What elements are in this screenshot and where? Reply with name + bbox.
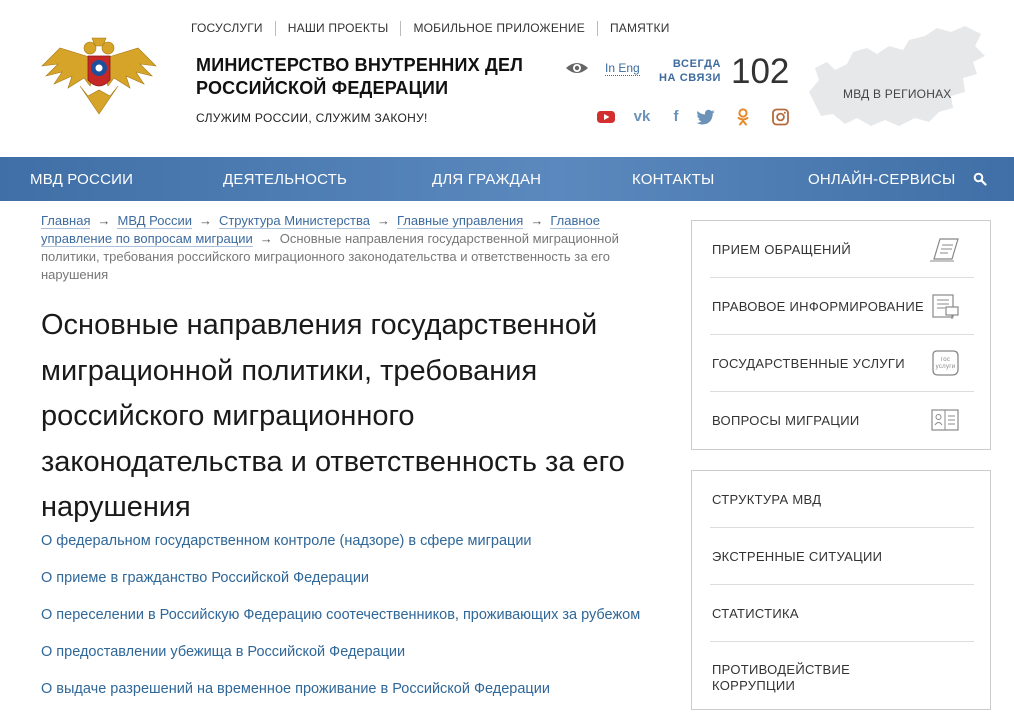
org-title-line1: МИНИСТЕРСТВО ВНУТРЕННИХ ДЕЛ (196, 55, 524, 75)
breadcrumb-main-departments[interactable]: Главные управления (397, 213, 524, 229)
service-appeals[interactable]: ПРИЕМ ОБРАЩЕНИЙ (710, 221, 974, 278)
sections-panel: СТРУКТУРА МВД ЭКСТРЕННЫЕ СИТУАЦИИ СТАТИС… (691, 470, 991, 710)
nav-contacts[interactable]: КОНТАКТЫ (632, 171, 715, 188)
always-line1: ВСЕГДА (672, 58, 722, 70)
main-nav: МВД РОССИИ ДЕЯТЕЛЬНОСТЬ ДЛЯ ГРАЖДАН КОНТ… (0, 157, 1014, 201)
service-label: ПРАВОВОЕ ИНФОРМИРОВАНИЕ (712, 299, 924, 314)
nav-online-services[interactable]: ОНЛАЙН-СЕРВИСЫ (808, 171, 956, 188)
breadcrumb-arrow: → (97, 213, 111, 228)
service-migration[interactable]: ВОПРОСЫ МИГРАЦИИ (710, 392, 974, 449)
topnav-mobile-app[interactable]: МОБИЛЬНОЕ ПРИЛОЖЕНИЕ (400, 21, 597, 36)
section-label: СТРУКТУРА МВД (712, 492, 822, 507)
legal-info-icon (932, 294, 959, 319)
passport-icon (931, 409, 959, 431)
link-citizenship[interactable]: О приеме в гражданство Российской Федера… (41, 569, 681, 606)
content-links: О федеральном государственном контроле (… (41, 532, 681, 717)
services-panel: ПРИЕМ ОБРАЩЕНИЙ ПРАВОВОЕ ИНФОРМИРОВАНИЕ … (691, 220, 991, 450)
breadcrumb-arrow: → (377, 213, 390, 228)
gosuslugi-icon: гос услуги (932, 350, 959, 376)
facebook-icon[interactable]: f (666, 108, 686, 126)
pen-document-icon (930, 238, 959, 262)
breadcrumb-structure[interactable]: Структура Министерства (218, 213, 370, 229)
section-emergency[interactable]: ЭКСТРЕННЫЕ СИТУАЦИИ (710, 528, 974, 585)
always-connected-label: ВСЕГДА НА СВЯЗИ (659, 57, 721, 85)
slogan: СЛУЖИМ РОССИИ, СЛУЖИМ ЗАКОНУ! (196, 111, 428, 125)
emergency-phone[interactable]: 102 (731, 50, 789, 94)
topnav-projects[interactable]: НАШИ ПРОЕКТЫ (274, 21, 401, 36)
breadcrumb: Главная → МВД России → Структура Министерств… (41, 212, 651, 284)
mvd-emblem-logo[interactable] (40, 30, 158, 118)
page-title: Основные направления государственной миг… (41, 309, 625, 523)
service-label: ВОПРОСЫ МИГРАЦИИ (712, 413, 860, 428)
nav-activity[interactable]: ДЕЯТЕЛЬНОСТЬ (223, 171, 347, 188)
link-compatriots-resettlement[interactable]: О переселении в Российскую Федерацию соо… (41, 606, 681, 643)
russia-map-icon[interactable] (805, 22, 990, 132)
service-label: ГОСУДАРСТВЕННЫЕ УСЛУГИ (712, 356, 905, 371)
org-title-line2: РОССИЙСКОЙ ФЕДЕРАЦИИ (196, 78, 449, 98)
regions-label[interactable]: МВД В РЕГИОНАХ (843, 87, 951, 101)
nav-mvd-russia[interactable]: МВД РОССИИ (30, 171, 133, 188)
top-nav: ГОСУСЛУГИ НАШИ ПРОЕКТЫ МОБИЛЬНОЕ ПРИЛОЖЕ… (191, 21, 682, 36)
social-links: vk f (596, 108, 792, 126)
org-title[interactable]: МИНИСТЕРСТВО ВНУТРЕННИХ ДЕЛ РОССИЙСКОЙ Ф… (196, 54, 523, 100)
instagram-icon[interactable] (770, 108, 790, 126)
link-temporary-residence[interactable]: О выдаче разрешений на временное прожива… (41, 680, 681, 717)
section-structure[interactable]: СТРУКТУРА МВД (710, 471, 974, 528)
service-legal-info[interactable]: ПРАВОВОЕ ИНФОРМИРОВАНИЕ (710, 278, 974, 335)
section-label: ПРОТИВОДЕЙСТВИЕ КОРРУПЦИИ (712, 662, 851, 693)
link-asylum[interactable]: О предоставлении убежища в Российской Фе… (41, 643, 681, 680)
gosuslugi-icon-text2: услуги (936, 364, 956, 370)
service-label: ПРИЕМ ОБРАЩЕНИЙ (712, 242, 852, 257)
breadcrumb-arrow: → (198, 213, 212, 228)
section-label: СТАТИСТИКА (712, 606, 799, 621)
search-icon[interactable] (973, 172, 987, 186)
breadcrumb-home[interactable]: Главная (41, 213, 91, 229)
site-header: ГОСУСЛУГИ НАШИ ПРОЕКТЫ МОБИЛЬНОЕ ПРИЛОЖЕ… (0, 0, 1014, 157)
section-statistics[interactable]: СТАТИСТИКА (710, 585, 974, 642)
twitter-icon[interactable] (696, 108, 716, 126)
breadcrumb-arrow: → (259, 231, 273, 246)
vk-icon[interactable]: vk (632, 108, 652, 126)
topnav-gosuslugi[interactable]: ГОСУСЛУГИ (191, 21, 275, 36)
link-migration-control[interactable]: О федеральном государственном контроле (… (41, 532, 681, 569)
breadcrumb-arrow: → (530, 213, 544, 228)
section-label: ЭКСТРЕННЫЕ СИТУАЦИИ (712, 549, 883, 564)
english-version-link[interactable]: In Eng (605, 62, 640, 76)
nav-for-citizens[interactable]: ДЛЯ ГРАЖДАН (432, 171, 541, 188)
eye-icon[interactable] (565, 60, 589, 76)
odnoklassniki-icon[interactable] (733, 108, 753, 126)
always-line2: НА СВЯЗИ (659, 72, 722, 84)
topnav-memos[interactable]: ПАМЯТКИ (596, 21, 682, 36)
breadcrumb-mvd[interactable]: МВД России (117, 213, 192, 229)
gosuslugi-icon-text1: гос (941, 357, 950, 363)
youtube-icon[interactable] (596, 108, 616, 126)
service-gosuslugi[interactable]: ГОСУДАРСТВЕННЫЕ УСЛУГИ гос услуги (710, 335, 974, 392)
